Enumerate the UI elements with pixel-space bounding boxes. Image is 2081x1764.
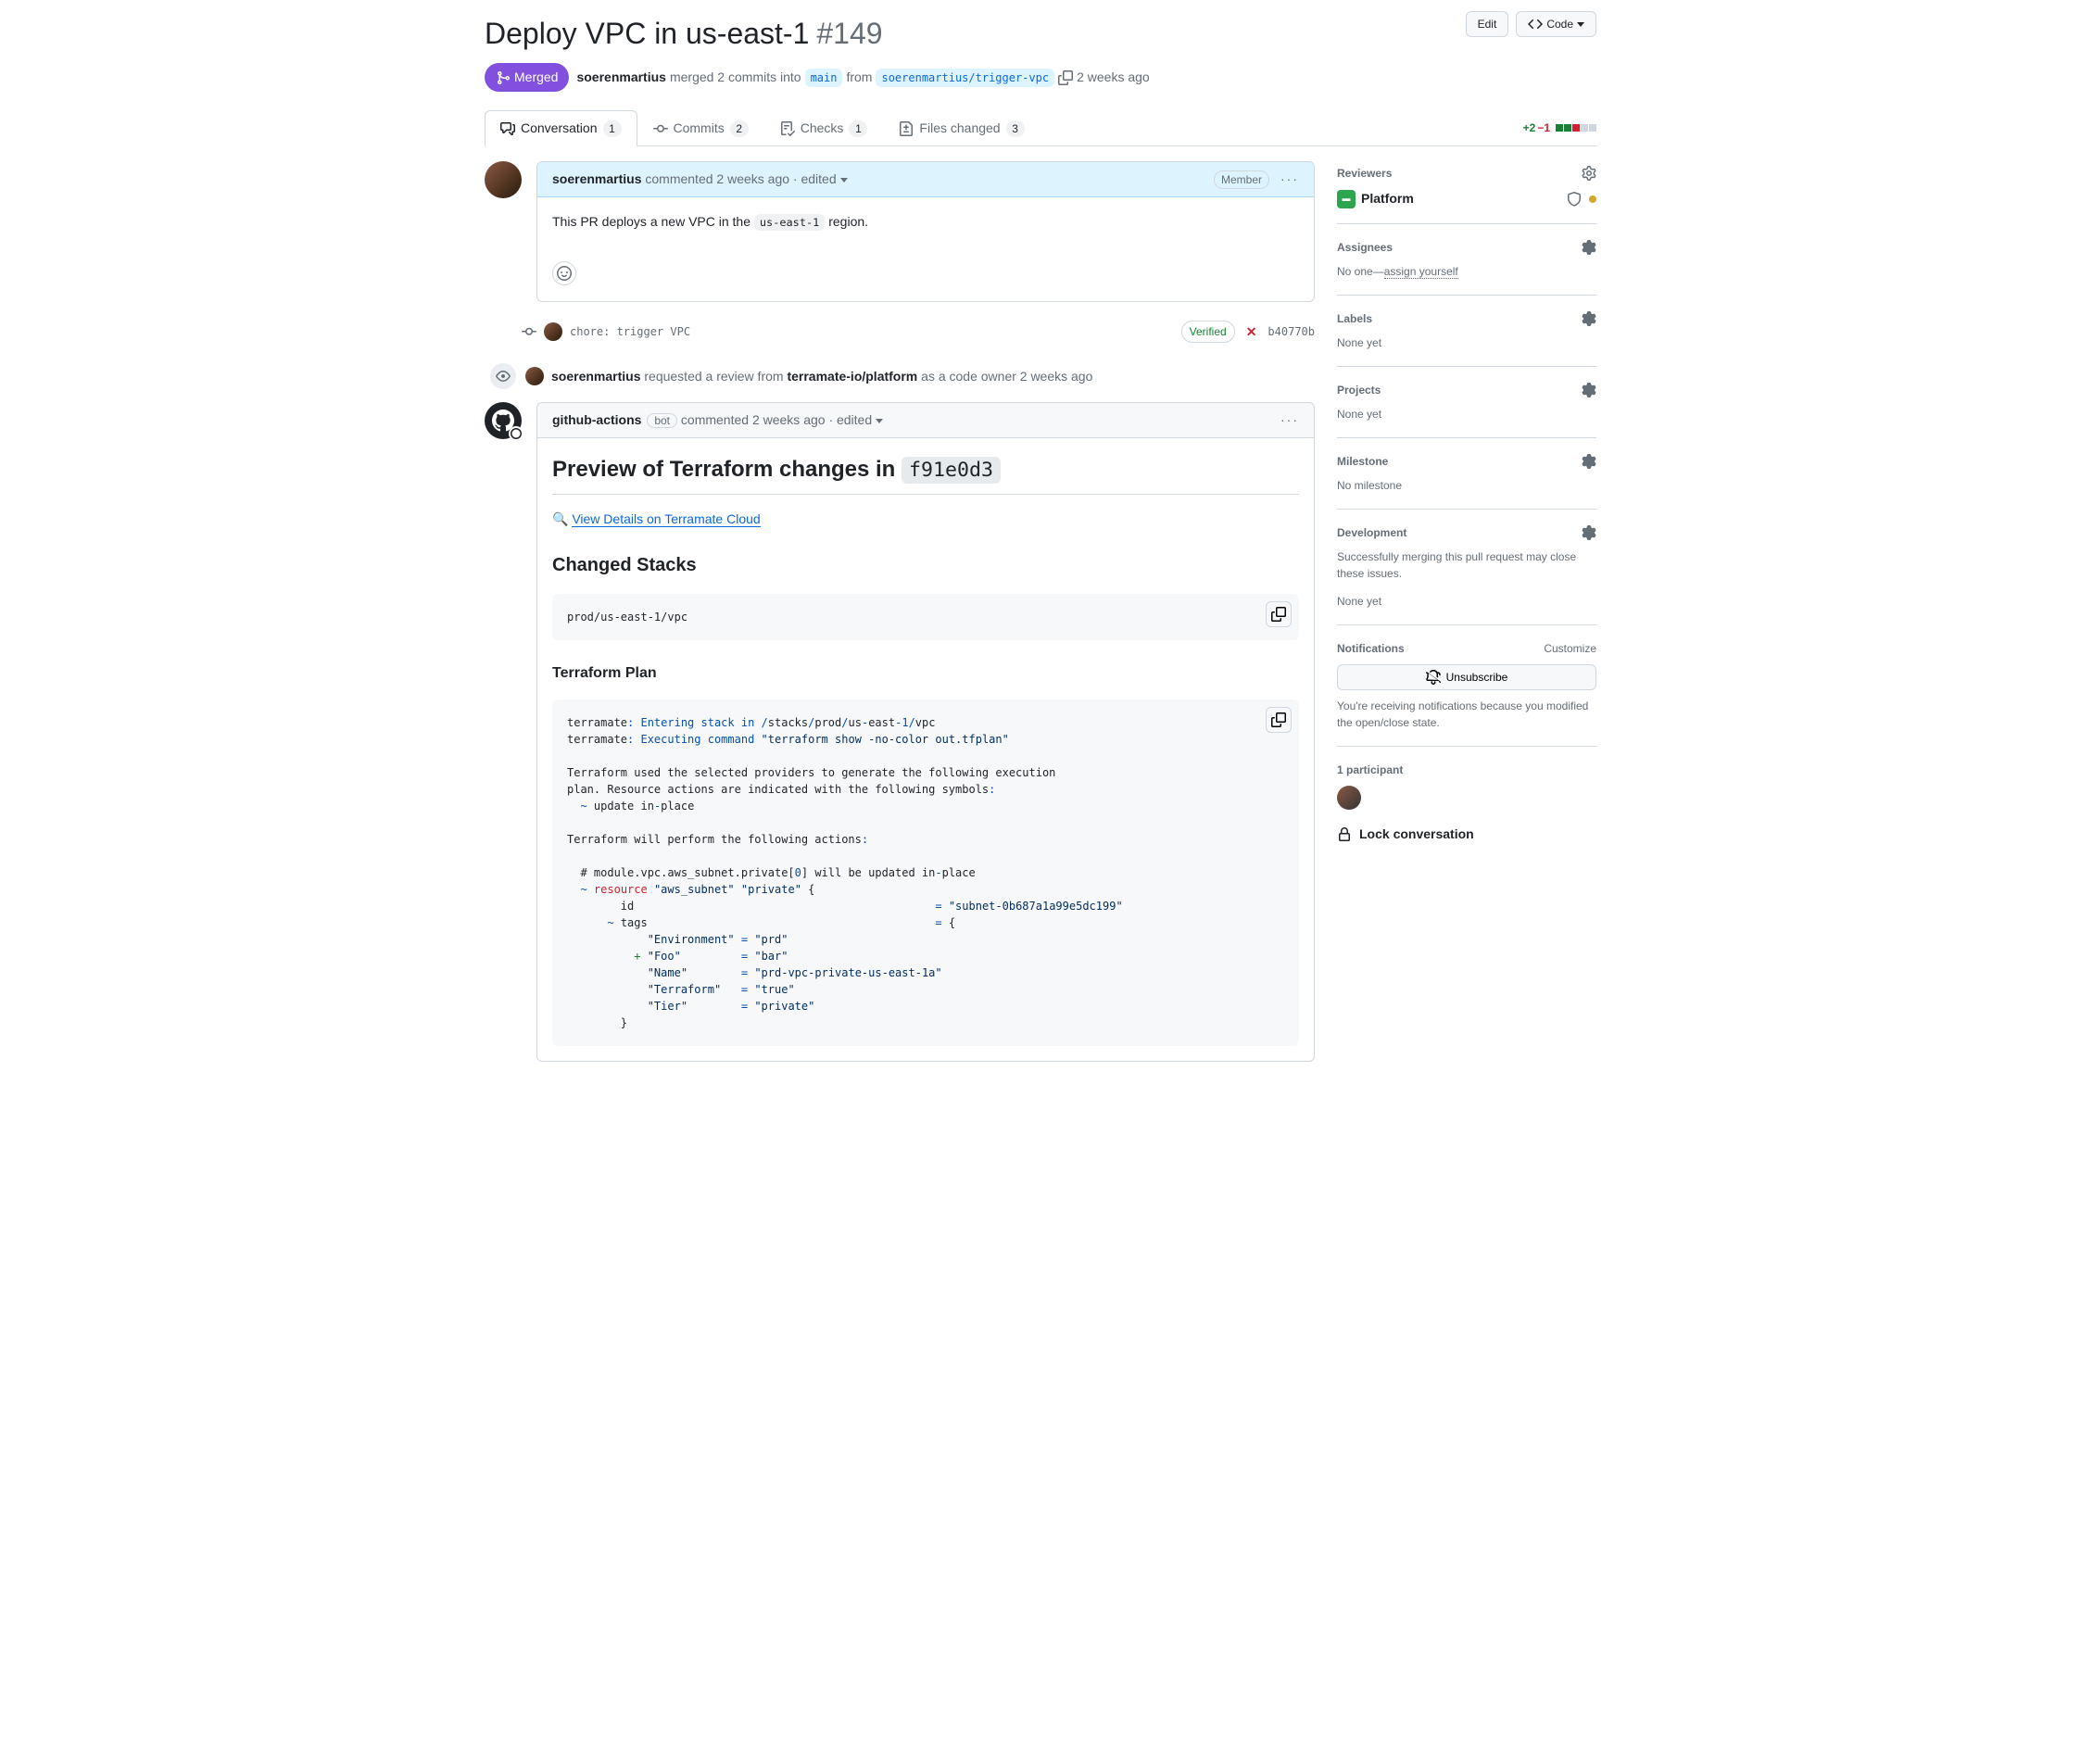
details-link[interactable]: View Details on Terramate Cloud [572, 511, 760, 527]
tab-checks[interactable]: Checks 1 [764, 110, 884, 145]
commit-event: chore: trigger VPC Verified ✕ b40770b [522, 317, 1315, 346]
add-reaction-button[interactable] [552, 261, 576, 285]
gear-icon[interactable] [1582, 240, 1596, 255]
caret-down-icon[interactable] [876, 419, 883, 423]
tab-commits[interactable]: Commits 2 [637, 110, 764, 145]
status-fail-icon[interactable]: ✕ [1246, 322, 1257, 342]
assignees-title: Assignees [1337, 239, 1393, 256]
head-branch[interactable]: soerenmartius/trigger-vpc [876, 69, 1054, 87]
caret-down-icon[interactable] [840, 178, 848, 183]
gear-icon[interactable] [1582, 311, 1596, 326]
notifications-title: Notifications [1337, 640, 1405, 657]
terraform-plan-code: terramate: Entering stack in /stacks/pro… [552, 699, 1299, 1046]
commit-dot-icon [522, 324, 536, 339]
merge-time: 2 weeks ago [1077, 68, 1150, 87]
commit-sha[interactable]: b40770b [1268, 323, 1315, 340]
team-avatar: ▬ [1337, 190, 1356, 208]
terraform-plan-heading: Terraform Plan [552, 662, 1299, 685]
tab-conversation[interactable]: Conversation 1 [485, 110, 637, 146]
assign-yourself-link[interactable]: assign yourself [1384, 265, 1458, 279]
copy-button[interactable] [1266, 601, 1292, 627]
comment-author-name[interactable]: soerenmartius [552, 171, 641, 186]
gear-icon[interactable] [1582, 525, 1596, 540]
pr-header: Deploy VPC in us-east-1 #149 Edit Code [485, 0, 1596, 56]
avatar[interactable] [544, 322, 562, 341]
copy-icon[interactable] [1058, 70, 1073, 85]
tab-nav: Conversation 1 Commits 2 Checks 1 Files … [485, 110, 1596, 146]
changed-stacks-code: prod/us-east-1/vpc [552, 594, 1299, 640]
pr-title: Deploy VPC in us-east-1 [485, 11, 809, 56]
avatar[interactable] [525, 367, 544, 385]
review-status-dot [1589, 195, 1596, 203]
shield-icon [1567, 192, 1582, 207]
bot-badge: bot [647, 413, 677, 428]
verified-badge[interactable]: Verified [1181, 321, 1235, 343]
changed-stacks-heading: Changed Stacks [552, 551, 1299, 579]
checklist-icon [780, 121, 795, 136]
labels-title: Labels [1337, 310, 1372, 327]
reviewer-row[interactable]: ▬ Platform [1337, 189, 1596, 208]
lock-icon [1337, 827, 1352, 842]
github-actions-avatar[interactable] [485, 402, 522, 439]
kebab-menu[interactable]: ··· [1280, 410, 1299, 430]
gear-icon[interactable] [1582, 383, 1596, 397]
commit-message[interactable]: chore: trigger VPC [570, 323, 690, 340]
sidebar: Reviewers ▬ Platform [1337, 161, 1596, 1077]
caret-down-icon [1577, 22, 1584, 27]
code-icon [1528, 17, 1543, 32]
base-branch[interactable]: main [805, 69, 843, 87]
copy-icon [1271, 607, 1286, 622]
gear-icon[interactable] [1582, 166, 1596, 181]
edit-button[interactable]: Edit [1466, 11, 1509, 37]
merge-icon [496, 70, 511, 85]
participant-avatar[interactable] [1337, 786, 1361, 810]
comment-author-name[interactable]: github-actions [552, 412, 641, 427]
reviewers-title: Reviewers [1337, 165, 1392, 182]
projects-title: Projects [1337, 382, 1381, 398]
participants-title: 1 participant [1337, 762, 1403, 778]
development-title: Development [1337, 524, 1406, 541]
unsubscribe-button[interactable]: Unsubscribe [1337, 664, 1596, 690]
tab-files-changed[interactable]: Files changed 3 [883, 110, 1040, 145]
lock-conversation-button[interactable]: Lock conversation [1337, 825, 1596, 844]
merged-badge: Merged [485, 63, 569, 92]
eye-icon [496, 369, 511, 384]
bot-heading: Preview of Terraform changes in f91e0d3 [552, 453, 1299, 495]
customize-link[interactable]: Customize [1544, 640, 1596, 657]
comment-author: soerenmartius commented 2 weeks ago · ed… [485, 161, 1315, 302]
review-request-event: soerenmartius requested a review from te… [499, 361, 1315, 391]
kebab-menu[interactable]: ··· [1280, 170, 1299, 189]
merge-author[interactable]: soerenmartius [576, 68, 665, 87]
member-badge: Member [1214, 170, 1269, 189]
status-row: Merged soerenmartius merged 2 commits in… [485, 63, 1596, 92]
smiley-icon [557, 266, 572, 281]
bell-slash-icon [1426, 670, 1441, 685]
diffstat: +2 −1 [1523, 120, 1596, 145]
pr-number: #149 [816, 11, 882, 56]
milestone-title: Milestone [1337, 453, 1388, 470]
file-diff-icon [899, 121, 914, 136]
code-dropdown-button[interactable]: Code [1516, 11, 1596, 37]
comment-discussion-icon [500, 121, 515, 136]
copy-button[interactable] [1266, 707, 1292, 733]
pr-title-row: Deploy VPC in us-east-1 #149 [485, 11, 883, 56]
comment-body: This PR deploys a new VPC in the us-east… [552, 212, 1299, 232]
avatar[interactable] [485, 161, 522, 198]
copy-icon [1271, 712, 1286, 727]
gear-icon[interactable] [1582, 454, 1596, 469]
commits-icon [653, 121, 668, 136]
comment-bot: github-actions bot commented 2 weeks ago… [485, 402, 1315, 1062]
